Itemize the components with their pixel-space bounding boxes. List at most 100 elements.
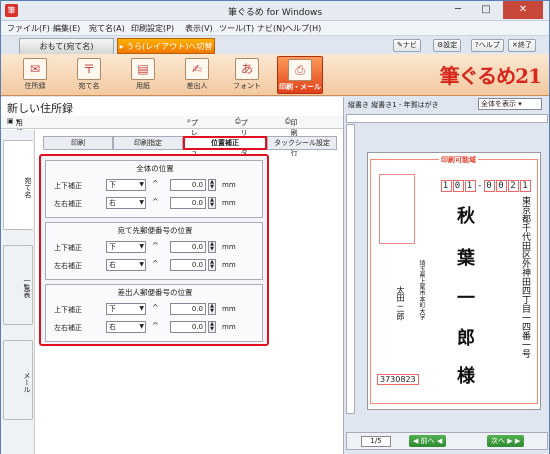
menu-bar: ファイル(F) 編集(E) 宛て名(A) 印刷設定(P) 表示(V) ツール(T… (1, 21, 549, 36)
unit-label: mm (222, 181, 236, 189)
next-button[interactable]: 次へ ▶ ▶ (487, 435, 525, 447)
toolbar-atena-button[interactable]: 〒 宛て名 (69, 56, 109, 94)
toolbar-label: 宛て名 (78, 82, 100, 90)
spin-icon[interactable]: ▲ ▼ (208, 259, 216, 271)
toolbar-font-button[interactable]: あ フォント (227, 56, 267, 94)
unit-label: mm (222, 323, 236, 331)
save-style-button[interactable]: ▣ 用紙スタイル保存 ▾ (7, 117, 23, 197)
postcard-preview-pane: 縦書き 縦書き1 - 年賀はがき 全体を表示 ▾ 印刷可能域 101-0021 … (343, 97, 549, 454)
tab-print-spec[interactable]: 印刷指定 (113, 136, 183, 150)
tab-omote[interactable]: おもて(宛て名) (19, 38, 114, 54)
stamp-icon (379, 174, 415, 244)
spin-icon[interactable]: ▲ ▼ (208, 303, 216, 315)
maximize-button[interactable]: □ (473, 1, 499, 19)
tab-print[interactable]: 印刷 (43, 136, 113, 150)
caret-icon: ^ (152, 303, 159, 312)
direction-select[interactable]: 右 ▼ (106, 321, 146, 333)
value-input[interactable]: 0.0 (170, 179, 206, 191)
direction-select[interactable]: 右 ▼ (106, 197, 146, 209)
toolbar-addressbook-button[interactable]: ✉ 住所録 (15, 56, 55, 94)
direction-select[interactable]: 下 ▼ (106, 303, 146, 315)
side-tab-atena[interactable]: 宛て名 (3, 140, 33, 230)
chevron-down-icon: ▼ (139, 261, 144, 268)
print-execute-button[interactable]: ⎙印刷実行 (285, 117, 298, 157)
caret-icon: ^ (152, 241, 159, 250)
tab-tack-seal[interactable]: タックシール設定 (267, 136, 337, 150)
sender-address: 埼玉県上尾市本町大字 (418, 260, 425, 320)
toolbar-sender-button[interactable]: ✍ 差出人 (177, 56, 217, 94)
value-input[interactable]: 0.0 (170, 303, 206, 315)
settings-button[interactable]: ⚙設定 (433, 39, 462, 52)
group-recipient-zip-position: 宛て先郵便番号の位置 上下補正 下 ▼ ^ 0.0 ▲ ▼ mm 左右補正 右 ▼ ^… (45, 222, 263, 280)
title-bar: 筆 筆ぐるめ for Windows ─ □ ✕ (1, 1, 549, 21)
recipient-name-4: 郎 (454, 328, 475, 346)
menu-navi[interactable]: ナビ(N) (257, 23, 285, 34)
menu-print-settings[interactable]: 印刷設定(P) (131, 23, 174, 34)
side-tab-strip: 宛て名 一覧表 メール (1, 130, 35, 454)
side-tab-mail[interactable]: メール (3, 340, 33, 420)
main-toolbar: ✉ 住所録 〒 宛て名 ▤ 用紙 ✍ 差出人 あ フォント ⎙ 印刷・メール 筆… (1, 54, 549, 96)
tab-position-correction[interactable]: 位置補正 (183, 136, 267, 150)
toolbar-print-mail-button[interactable]: ⎙ 印刷・メール (277, 56, 323, 94)
horizontal-ruler (346, 114, 548, 123)
value-input[interactable]: 0.0 (170, 241, 206, 253)
menu-atena[interactable]: 宛て名(A) (89, 23, 125, 34)
sender-zip: 3730823 (377, 374, 419, 385)
toolbar-label: 差出人 (186, 82, 208, 90)
toolbar-label: フォント (233, 82, 261, 90)
tab-ura-switch[interactable]: ▸ うら(レイアウト)へ切替 (117, 38, 215, 54)
spin-icon[interactable]: ▲ ▼ (208, 241, 216, 253)
side-tab-list[interactable]: 一覧表 (3, 245, 33, 325)
spin-icon[interactable]: ▲ ▼ (208, 179, 216, 191)
honorific: 様 (454, 366, 475, 384)
caret-icon: ^ (152, 259, 159, 268)
value-input[interactable]: 0.0 (170, 321, 206, 333)
printable-area-frame: 印刷可能域 101-0021 東京都千代田区外神田四丁目一四番一号 秋 葉 一 … (370, 155, 538, 404)
printer-settings-button[interactable]: ⎙プリンター設定 (235, 117, 248, 187)
row-label: 上下補正 (54, 244, 82, 252)
preview-button[interactable]: ⌕プレビュー (187, 117, 198, 167)
value-input[interactable]: 0.0 (170, 197, 206, 209)
sender-name: 太田 二郎 (396, 286, 405, 321)
menu-file[interactable]: ファイル(F) (7, 23, 50, 34)
row-label: 上下補正 (54, 182, 82, 190)
layout-name: 縦書き 縦書き1 - 年賀はがき (348, 101, 439, 109)
position-correction-panel: 全体の位置 上下補正 下 ▼ ^ 0.0 ▲ ▼ mm 左右補正 右 ▼ ^ 0.0 … (39, 154, 269, 346)
group-overall-position: 全体の位置 上下補正 下 ▼ ^ 0.0 ▲ ▼ mm 左右補正 右 ▼ ^ 0.0 … (45, 160, 263, 218)
spin-icon[interactable]: ▲ ▼ (208, 321, 216, 333)
help-button[interactable]: ?ヘルプ (471, 39, 504, 52)
sender-icon: ✍ (185, 58, 209, 80)
group-sender-zip-position: 差出人郵便番号の位置 上下補正 下 ▼ ^ 0.0 ▲ ▼ mm 左右補正 右 ▼ ^… (45, 284, 263, 342)
menu-view[interactable]: 表示(V) (185, 23, 213, 34)
menu-tools[interactable]: ツール(T) (219, 23, 254, 34)
direction-select[interactable]: 右 ▼ (106, 259, 146, 271)
toolbar-label: 印刷・メール (279, 83, 321, 91)
view-select[interactable]: 全体を表示 ▾ (478, 98, 542, 110)
minimize-button[interactable]: ─ (445, 1, 471, 19)
menu-help[interactable]: ヘルプ(H) (285, 23, 321, 34)
chevron-down-icon: ▼ (139, 305, 144, 312)
chevron-down-icon: ▼ (139, 199, 144, 206)
toolbar-paper-button[interactable]: ▤ 用紙 (123, 56, 163, 94)
spin-icon[interactable]: ▲ ▼ (208, 197, 216, 209)
group-title: 宛て先郵便番号の位置 (117, 226, 193, 235)
recipient-name-2: 葉 (454, 248, 475, 266)
printable-area-label: 印刷可能域 (439, 155, 478, 165)
exit-button[interactable]: ✕終了 (508, 39, 536, 52)
prev-button[interactable]: ◀ 前へ ◀ (409, 435, 447, 447)
direction-select[interactable]: 下 ▼ (106, 241, 146, 253)
zip-digit: 0 (453, 180, 464, 192)
direction-select[interactable]: 下 ▼ (106, 179, 146, 191)
row-label: 上下補正 (54, 306, 82, 314)
zip-digit: 1 (465, 180, 476, 192)
mode-tab-row: おもて(宛て名) ▸ うら(レイアウト)へ切替 ✎ナビ ⚙設定 ?ヘルプ ✕終了 (1, 36, 549, 54)
page-number[interactable]: 1/5 (361, 436, 391, 447)
value-input[interactable]: 0.0 (170, 259, 206, 271)
caret-icon: ^ (152, 321, 159, 330)
recipient-address: 東京都千代田区外神田四丁目一四番一号 (520, 196, 530, 358)
navi-button[interactable]: ✎ナビ (393, 39, 421, 52)
unit-label: mm (222, 199, 236, 207)
close-button[interactable]: ✕ (503, 1, 543, 19)
menu-edit[interactable]: 編集(E) (53, 23, 80, 34)
toolbar-label: 住所録 (24, 82, 46, 90)
